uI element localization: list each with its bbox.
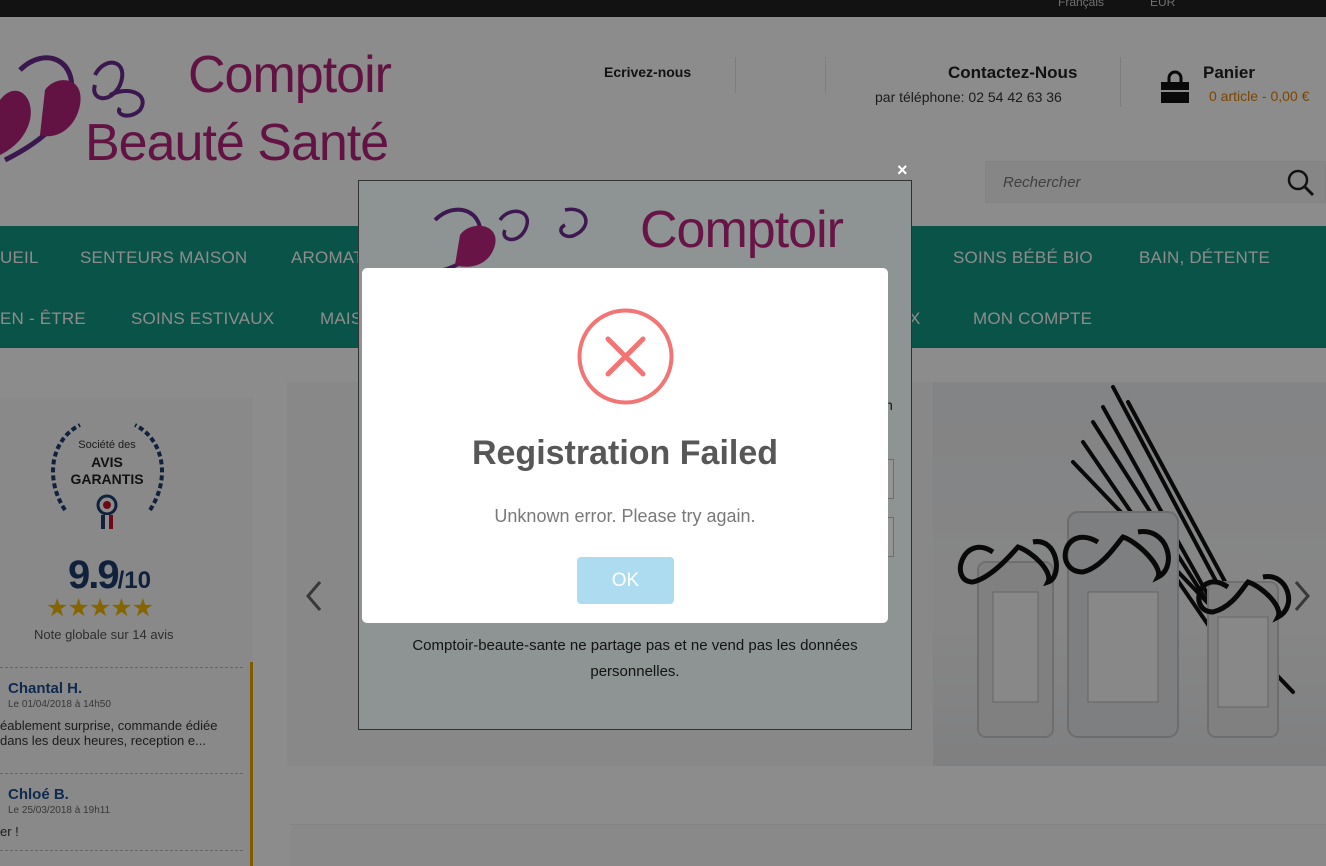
- error-x-icon: [577, 308, 674, 405]
- alert-title: Registration Failed: [471, 434, 779, 472]
- alert-message: Unknown error. Please try again.: [494, 506, 756, 526]
- ok-button[interactable]: OK: [577, 557, 674, 604]
- close-icon[interactable]: ×: [897, 160, 908, 181]
